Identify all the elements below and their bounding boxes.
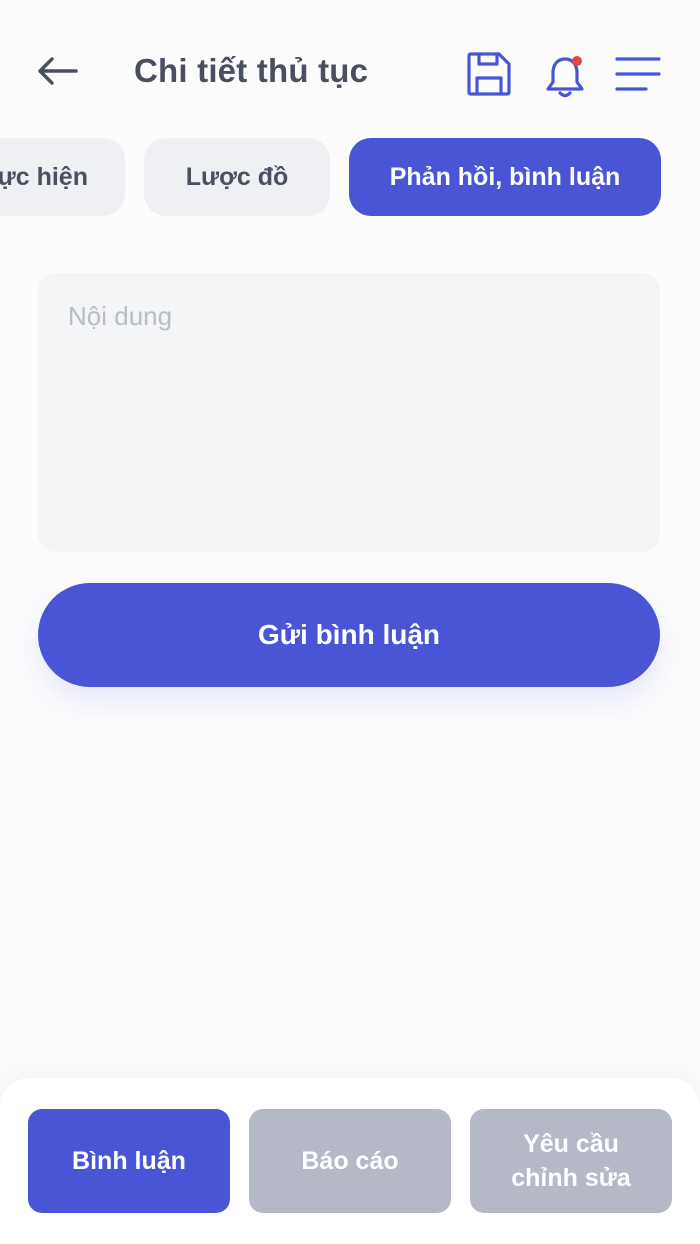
content-input[interactable]	[38, 273, 660, 552]
back-button[interactable]	[34, 50, 80, 92]
menu-icon	[615, 57, 661, 91]
bell-icon	[546, 56, 584, 98]
tab-bar: ực hiện Lược đồ Phản hồi, bình luận	[0, 138, 700, 218]
notification-dot	[572, 56, 582, 66]
request-edit-label: Yêu cầu chỉnh sửa	[511, 1130, 631, 1192]
save-button[interactable]	[464, 49, 514, 99]
page-title: Chi tiết thủ tục	[134, 52, 369, 89]
menu-button[interactable]	[612, 52, 664, 96]
tab-phan-hoi-binh-luan[interactable]: Phản hồi, bình luận	[349, 138, 661, 216]
tab-luoc-do[interactable]: Lược đồ	[144, 138, 330, 216]
request-edit-button[interactable]: Yêu cầu chỉnh sửa	[470, 1109, 672, 1213]
comment-button[interactable]: Bình luận	[28, 1109, 230, 1213]
save-icon	[467, 52, 511, 96]
tab-cach-thuc-thuc-hien[interactable]: ực hiện	[0, 138, 125, 216]
report-button[interactable]: Báo cáo	[249, 1109, 451, 1213]
arrow-left-icon	[38, 57, 78, 85]
send-comment-button[interactable]: Gửi bình luận	[38, 583, 660, 687]
bottom-action-bar: Bình luận Báo cáo Yêu cầu chỉnh sửa	[0, 1078, 700, 1244]
header: Chi tiết thủ tục	[0, 0, 700, 140]
notification-button[interactable]	[541, 52, 589, 100]
